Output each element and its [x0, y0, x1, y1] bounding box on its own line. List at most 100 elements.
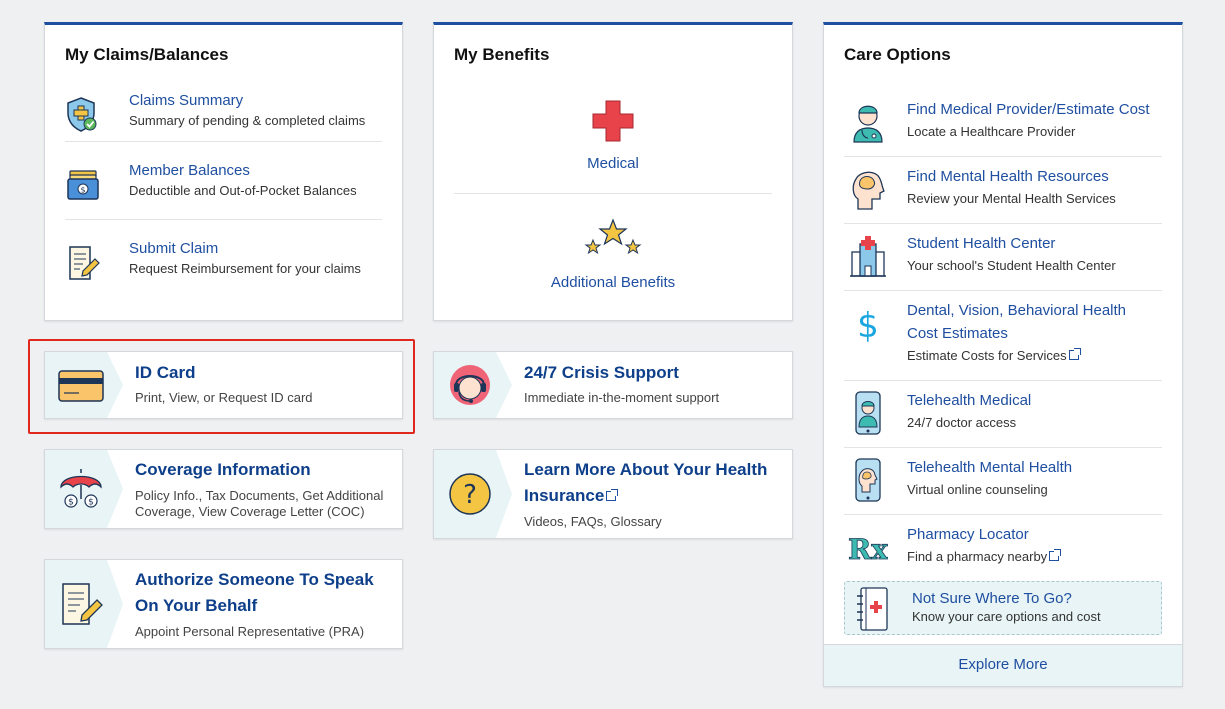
document-pen-icon — [65, 243, 101, 280]
member-balances-item[interactable]: $ Member Balances Deductible and Out-of-… — [65, 161, 382, 203]
authorize-title-line2[interactable]: On Your Behalf — [135, 593, 257, 619]
learn-more-title-line1[interactable]: Learn More About Your Health — [524, 457, 767, 483]
dollar-icon: $ — [848, 303, 888, 347]
shield-check-icon — [65, 95, 101, 132]
student-health-center-item[interactable]: Student Health Center Your school's Stud… — [844, 232, 1162, 282]
headset-person-icon — [446, 361, 494, 409]
cost-estimates-link-line2[interactable]: Cost Estimates — [907, 322, 1126, 345]
additional-benefits-item[interactable]: Additional Benefits — [454, 218, 772, 298]
medical-cross-icon — [591, 99, 635, 143]
umbrella-icon: $ $ — [57, 465, 105, 513]
stars-icon — [583, 218, 643, 258]
tile-icon-panel — [434, 352, 512, 418]
telehealth-mental-health-link[interactable]: Telehealth Mental Health — [907, 456, 1072, 479]
claims-card: My Claims/Balances Claims Summary Summar… — [44, 22, 403, 321]
benefits-card: My Benefits Medical Additional Benefits — [433, 22, 793, 321]
notebook-medical-icon — [853, 586, 893, 632]
cost-estimates-item[interactable]: $ Dental, Vision, Behavioral Health Cost… — [844, 299, 1162, 371]
external-link-icon — [1049, 549, 1062, 561]
student-health-center-desc: Your school's Student Health Center — [907, 258, 1116, 273]
claims-summary-link[interactable]: Claims Summary — [129, 91, 365, 111]
divider — [844, 223, 1162, 224]
hospital-icon — [848, 234, 888, 278]
divider — [65, 219, 382, 220]
telehealth-medical-item[interactable]: Telehealth Medical 24/7 doctor access — [844, 389, 1162, 439]
divider — [844, 514, 1162, 515]
phone-brain-icon — [848, 458, 888, 502]
cost-estimates-desc-text: Estimate Costs for Services — [907, 348, 1067, 363]
coverage-info-desc-line1: Policy Info., Tax Documents, Get Additio… — [135, 488, 384, 503]
submit-claim-item[interactable]: Submit Claim Request Reimbursement for y… — [65, 239, 382, 281]
find-medical-provider-desc: Locate a Healthcare Provider — [907, 124, 1076, 139]
member-balances-link[interactable]: Member Balances — [129, 161, 357, 181]
find-medical-provider-item[interactable]: Find Medical Provider/Estimate Cost Loca… — [844, 98, 1162, 148]
submit-claim-desc: Request Reimbursement for your claims — [129, 261, 361, 276]
rx-icon: Rx — [848, 525, 889, 569]
pharmacy-locator-desc-text: Find a pharmacy nearby — [907, 549, 1048, 564]
additional-benefits-link[interactable]: Additional Benefits — [454, 274, 772, 292]
external-link-icon — [606, 489, 619, 501]
cost-estimates-link-line1[interactable]: Dental, Vision, Behavioral Health — [907, 299, 1126, 322]
divider — [844, 290, 1162, 291]
svg-text:Rx: Rx — [848, 533, 888, 566]
learn-more-desc: Videos, FAQs, Glossary — [524, 514, 662, 529]
authorize-title-line1[interactable]: Authorize Someone To Speak — [135, 567, 374, 593]
head-brain-icon — [848, 167, 888, 211]
not-sure-title[interactable]: Not Sure Where To Go? — [912, 589, 1072, 609]
svg-text:$: $ — [857, 306, 879, 346]
svg-text:$: $ — [80, 186, 85, 195]
claims-summary-desc: Summary of pending & completed claims — [129, 113, 366, 128]
crisis-support-desc: Immediate in-the-moment support — [524, 390, 720, 405]
tile-icon-panel — [45, 560, 123, 648]
claims-summary-item[interactable]: Claims Summary Summary of pending & comp… — [65, 91, 382, 133]
find-medical-provider-link[interactable]: Find Medical Provider/Estimate Cost — [907, 98, 1150, 121]
medical-link[interactable]: Medical — [454, 155, 772, 173]
not-sure-desc: Know your care options and cost — [912, 609, 1101, 624]
pharmacy-locator-item[interactable]: Rx Pharmacy Locator Find a pharmacy near… — [844, 523, 1162, 573]
learn-more-title-text[interactable]: Insurance — [524, 486, 604, 505]
student-health-center-link[interactable]: Student Health Center — [907, 232, 1116, 255]
mental-health-resources-desc: Review your Mental Health Services — [907, 191, 1116, 206]
selection-highlight — [28, 339, 415, 434]
medical-benefit-item[interactable]: Medical — [454, 99, 772, 179]
external-link-icon — [1068, 348, 1081, 360]
learn-more-title-line2[interactable]: Insurance — [524, 483, 619, 509]
authorize-desc: Appoint Personal Representative (PRA) — [135, 624, 365, 639]
submit-claim-link[interactable]: Submit Claim — [129, 239, 361, 259]
divider — [844, 447, 1162, 448]
document-pen-icon — [57, 580, 105, 628]
telehealth-medical-link[interactable]: Telehealth Medical — [907, 389, 1031, 412]
divider — [844, 156, 1162, 157]
question-icon: ? — [446, 470, 494, 518]
crisis-support-title[interactable]: 24/7 Crisis Support — [524, 360, 679, 386]
svg-text:?: ? — [463, 480, 477, 510]
not-sure-where-to-go-box[interactable]: Not Sure Where To Go? Know your care opt… — [844, 581, 1162, 635]
coverage-info-tile[interactable]: $ $ Coverage Information Policy Info., T… — [44, 449, 403, 529]
member-balances-desc: Deductible and Out-of-Pocket Balances — [129, 183, 357, 198]
telehealth-mental-health-item[interactable]: Telehealth Mental Health Virtual online … — [844, 456, 1162, 506]
benefits-card-title: My Benefits — [454, 45, 550, 64]
divider — [844, 380, 1162, 381]
care-options-card: Care Options Find Medical Provider/Estim… — [823, 22, 1183, 687]
tile-icon-panel: ? — [434, 450, 512, 538]
coverage-info-title[interactable]: Coverage Information — [135, 457, 311, 483]
authorize-tile[interactable]: Authorize Someone To Speak On Your Behal… — [44, 559, 403, 649]
doctor-icon — [848, 100, 888, 144]
mental-health-resources-item[interactable]: Find Mental Health Resources Review your… — [844, 165, 1162, 215]
telehealth-medical-desc: 24/7 doctor access — [907, 415, 1017, 430]
tile-icon-panel: $ $ — [45, 450, 123, 528]
pharmacy-locator-link[interactable]: Pharmacy Locator — [907, 523, 1059, 546]
coverage-info-desc-line2: Coverage, View Coverage Letter (COC) — [135, 504, 365, 519]
cost-estimates-desc: Estimate Costs for Services — [907, 345, 1126, 367]
explore-more-button[interactable]: Explore More — [824, 644, 1182, 686]
explore-more-label[interactable]: Explore More — [958, 645, 1047, 685]
learn-more-tile[interactable]: ? Learn More About Your Health Insurance… — [433, 449, 793, 539]
mental-health-resources-link[interactable]: Find Mental Health Resources — [907, 165, 1116, 188]
svg-text:$: $ — [68, 498, 74, 508]
telehealth-mental-health-desc: Virtual online counseling — [907, 482, 1048, 497]
divider — [454, 193, 772, 194]
crisis-support-tile[interactable]: 24/7 Crisis Support Immediate in-the-mom… — [433, 351, 793, 419]
phone-doctor-icon — [848, 391, 888, 435]
svg-text:$: $ — [88, 498, 94, 508]
divider — [65, 141, 382, 142]
